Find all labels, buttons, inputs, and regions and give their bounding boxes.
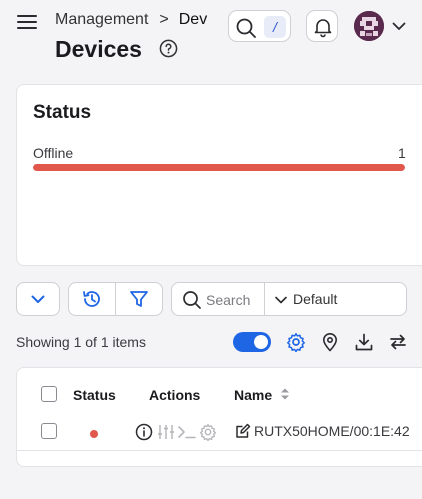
gear-icon[interactable] xyxy=(286,332,306,352)
breadcrumb-separator-icon: > xyxy=(159,11,169,28)
column-header-name[interactable]: Name xyxy=(234,387,272,403)
chevron-down-icon xyxy=(31,295,45,303)
search-input[interactable] xyxy=(206,290,262,310)
breadcrumb-current: Dev xyxy=(178,11,208,28)
view-select[interactable]: Default xyxy=(265,283,406,315)
items-count-text: Showing 1 of 1 items xyxy=(16,334,146,350)
auto-refresh-toggle[interactable] xyxy=(233,332,271,352)
chevron-down-icon xyxy=(275,296,287,304)
expand-button[interactable] xyxy=(16,282,60,316)
filter-icon xyxy=(130,291,148,307)
global-search-button[interactable]: / xyxy=(228,10,291,42)
history-button[interactable] xyxy=(68,282,116,316)
user-avatar-icon xyxy=(354,11,384,41)
bell-icon xyxy=(314,19,332,38)
keyboard-shortcut-badge: / xyxy=(264,16,286,38)
info-icon[interactable] xyxy=(135,423,153,441)
search-icon xyxy=(183,291,201,309)
edit-icon[interactable] xyxy=(235,423,251,439)
view-select-value: Default xyxy=(293,291,338,307)
terminal-icon[interactable] xyxy=(177,423,197,441)
status-progress-bar xyxy=(33,164,405,171)
help-icon[interactable] xyxy=(159,39,178,58)
sliders-icon[interactable] xyxy=(157,423,175,441)
download-icon[interactable] xyxy=(354,332,374,352)
filter-button[interactable] xyxy=(115,282,163,316)
status-progress-fill xyxy=(33,164,405,171)
status-title: Status xyxy=(33,102,92,123)
table-row[interactable]: RUTX50HOME/00:1E:42 xyxy=(17,413,422,451)
status-offline-count: 1 xyxy=(398,145,406,161)
avatar[interactable] xyxy=(354,11,384,41)
column-header-status[interactable]: Status xyxy=(73,387,116,403)
page-title: Devices xyxy=(55,36,142,62)
column-header-actions: Actions xyxy=(149,387,201,403)
hamburger-menu-icon[interactable] xyxy=(17,13,39,31)
breadcrumb: Management > Dev xyxy=(55,11,207,29)
device-name-cell[interactable]: RUTX50HOME/00:1E:42 xyxy=(235,423,410,439)
toggle-knob xyxy=(254,335,268,349)
breadcrumb-management[interactable]: Management xyxy=(55,11,148,29)
gear-icon[interactable] xyxy=(199,423,217,441)
status-card: Status Offline 1 xyxy=(16,84,422,266)
devices-table: Status Actions Name RUTX50HOME/00:1E:42 xyxy=(16,367,422,467)
top-header: Management > Dev Devices / xyxy=(0,0,422,72)
chevron-down-icon[interactable] xyxy=(391,18,407,34)
history-icon xyxy=(83,291,100,307)
swap-arrows-icon[interactable] xyxy=(388,332,408,352)
row-checkbox[interactable] xyxy=(41,423,57,439)
status-offline-dot xyxy=(90,430,98,438)
notifications-button[interactable] xyxy=(306,10,338,42)
select-all-checkbox[interactable] xyxy=(41,386,57,402)
search-icon xyxy=(236,18,256,38)
map-pin-icon[interactable] xyxy=(320,332,340,352)
status-offline-label: Offline xyxy=(33,145,74,161)
device-name: RUTX50HOME/00:1E:42 xyxy=(254,423,410,439)
device-search: Default xyxy=(171,282,407,316)
sort-icon[interactable] xyxy=(279,386,291,402)
